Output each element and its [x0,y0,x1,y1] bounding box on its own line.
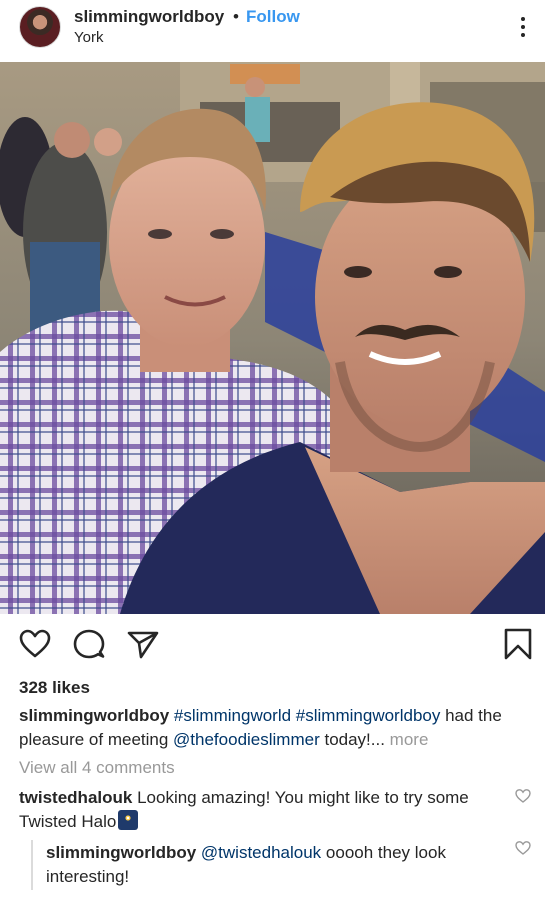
view-all-comments-link[interactable]: View all 4 comments [19,758,175,778]
caption-username[interactable]: slimmingworldboy [19,706,169,725]
selfie-photo-illustration [0,62,545,614]
reply-indent-line [31,840,33,890]
separator-dot: • [233,7,239,26]
post-caption: slimmingworldboy #slimmingworld #slimmin… [19,704,529,752]
vertical-dots-icon[interactable] [512,14,534,40]
more-link[interactable]: more [385,730,429,749]
reply-username[interactable]: slimmingworldboy [46,843,196,862]
likes-count[interactable]: 328 likes [19,678,90,698]
caption-text-segment: today!... [319,730,385,749]
reply-mention[interactable]: @twistedhalouk [196,843,321,862]
post-location[interactable]: York [74,29,103,46]
post-username[interactable]: slimmingworldboy [74,7,224,27]
post-actions [0,614,545,674]
caption-tag-link[interactable]: #slimmingworld [174,706,291,725]
night-sky-emoji [118,810,139,830]
follow-button[interactable]: Follow [246,7,300,27]
comment-username[interactable]: twistedhalouk [19,788,132,807]
caption-tag-link[interactable]: #slimmingworldboy [296,706,441,725]
comment-item: twistedhalouk Looking amazing! You might… [19,786,499,834]
avatar[interactable] [19,6,61,48]
comment-bubble-icon[interactable] [73,628,105,660]
post-header: slimmingworldboy • Follow York [0,0,545,62]
reply-item: slimmingworldboy @twistedhalouk ooooh th… [46,841,501,889]
heart-icon[interactable] [515,840,531,856]
paper-plane-icon[interactable] [127,628,159,660]
heart-icon[interactable] [19,628,51,660]
caption-tag-link[interactable]: @thefoodieslimmer [173,730,320,749]
bookmark-icon[interactable] [502,628,534,660]
post-photo[interactable] [0,62,545,614]
heart-icon[interactable] [515,788,531,804]
